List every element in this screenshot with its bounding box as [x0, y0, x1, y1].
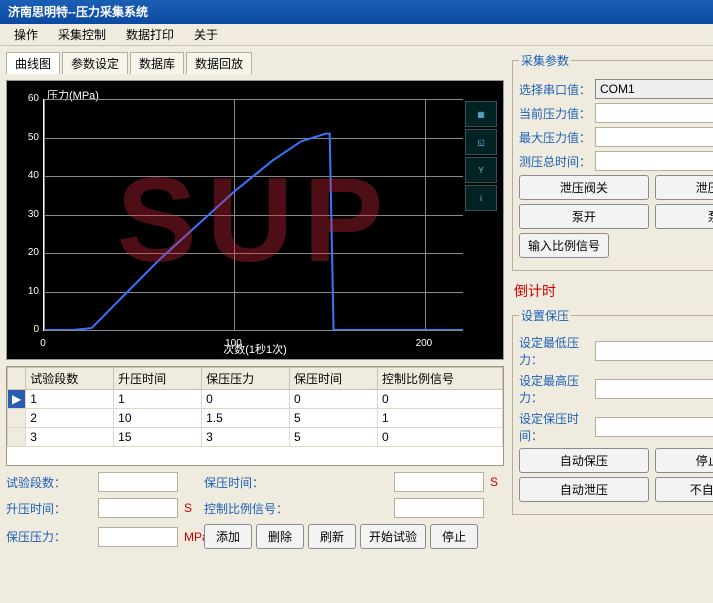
valve-close-button[interactable]: 泄压阀关: [519, 175, 649, 200]
y-tick: 40: [15, 170, 39, 181]
tab-playback[interactable]: 数据回放: [186, 52, 252, 74]
select-com[interactable]: COM1: [595, 79, 713, 99]
tab-strip: 曲线图 参数设定 数据库 数据回放: [6, 52, 504, 74]
menu-print[interactable]: 数据打印: [116, 24, 184, 45]
col-rowhead: [8, 368, 26, 390]
delete-button[interactable]: 删除: [256, 524, 304, 549]
col-holdp[interactable]: 保压压力: [202, 368, 290, 390]
pump-on-button[interactable]: 泵开: [519, 204, 649, 229]
hold-settings-group: 设置保压 设定最低压力： MPa 设定最高压力： MPa 设定保压时间： S 自…: [512, 307, 713, 515]
input-holdt[interactable]: [394, 472, 484, 492]
chart-tool-info-icon[interactable]: i: [465, 185, 497, 211]
label-rise: 升压时间：: [6, 500, 92, 517]
label-cur: 当前压力值：: [519, 105, 591, 122]
label-minp: 设定最低压力：: [519, 334, 591, 368]
chart-tool-grid-icon[interactable]: ▦: [465, 101, 497, 127]
y-tick: 50: [15, 132, 39, 143]
col-sig[interactable]: 控制比例信号: [377, 368, 502, 390]
stop-hold-button[interactable]: 停止保压: [655, 448, 713, 473]
refresh-button[interactable]: 刷新: [308, 524, 356, 549]
input-max-pressure-set[interactable]: [595, 379, 713, 399]
menu-collect-control[interactable]: 采集控制: [48, 24, 116, 45]
start-test-button[interactable]: 开始试验: [360, 524, 426, 549]
valve-open-button[interactable]: 泄压阀开: [655, 175, 713, 200]
y-tick: 20: [15, 247, 39, 258]
pump-off-button[interactable]: 泵关: [655, 204, 713, 229]
input-sig[interactable]: [394, 498, 484, 518]
input-max-pressure[interactable]: [595, 127, 713, 147]
unit-s2: S: [184, 501, 198, 515]
label-holdp: 保压压力：: [6, 528, 92, 545]
no-auto-release-button[interactable]: 不自动泄压: [655, 477, 713, 502]
label-holdt: 保压时间：: [204, 474, 388, 491]
input-hold-time[interactable]: [595, 417, 713, 437]
label-com: 选择串口值：: [519, 81, 591, 98]
input-holdp[interactable]: [98, 527, 178, 547]
add-button[interactable]: 添加: [204, 524, 252, 549]
menu-bar: 操作 采集控制 数据打印 关于: [0, 24, 713, 46]
x-tick: 100: [225, 338, 242, 349]
unit-mpa: MPa: [184, 530, 198, 544]
label-seg: 试验段数：: [6, 474, 92, 491]
input-signal-button[interactable]: 输入比例信号: [519, 233, 609, 258]
y-tick: 10: [15, 286, 39, 297]
collect-params-group: 采集参数 选择串口值： COM1 当前压力值： MPa 最大压力值： MPa 测…: [512, 52, 713, 271]
window-title: 济南思明特--压力采集系统: [0, 0, 713, 24]
collect-params-legend: 采集参数: [519, 52, 571, 69]
hold-settings-legend: 设置保压: [519, 307, 571, 324]
col-holdt[interactable]: 保压时间: [290, 368, 378, 390]
y-tick: 60: [15, 93, 39, 104]
stages-table[interactable]: 试验段数 升压时间 保压压力 保压时间 控制比例信号 ▶110002101.55…: [6, 366, 504, 466]
label-sig: 控制比例信号：: [204, 500, 388, 517]
col-rise[interactable]: 升压时间: [114, 368, 202, 390]
stop-button[interactable]: 停止: [430, 524, 478, 549]
label-max: 最大压力值：: [519, 129, 591, 146]
y-tick: 30: [15, 209, 39, 220]
unit-s: S: [490, 475, 504, 489]
countdown-label: 倒计时: [514, 281, 705, 301]
auto-hold-button[interactable]: 自动保压: [519, 448, 649, 473]
chart-area: SUP 压力(MPa) 次数(1秒1次) ▦ ◱ Y i 01020304050…: [6, 80, 504, 360]
input-min-pressure[interactable]: [595, 341, 713, 361]
col-seg[interactable]: 试验段数: [26, 368, 114, 390]
chart-tool-panel: ▦ ◱ Y i: [465, 101, 499, 211]
label-ht: 设定保压时间：: [519, 410, 591, 444]
tab-params[interactable]: 参数设定: [62, 52, 128, 74]
input-total-time[interactable]: [595, 151, 713, 171]
menu-about[interactable]: 关于: [184, 24, 228, 45]
chart-tool-y-icon[interactable]: Y: [465, 157, 497, 183]
auto-release-button[interactable]: 自动泄压: [519, 477, 649, 502]
table-row[interactable]: 2101.551: [8, 409, 503, 428]
input-seg[interactable]: [98, 472, 178, 492]
table-row[interactable]: 315350: [8, 428, 503, 447]
label-time: 测压总时间：: [519, 153, 591, 170]
tab-curve[interactable]: 曲线图: [6, 52, 60, 74]
x-tick: 0: [40, 338, 46, 349]
chart-tool-zoom-icon[interactable]: ◱: [465, 129, 497, 155]
input-rise[interactable]: [98, 498, 178, 518]
label-maxp: 设定最高压力：: [519, 372, 591, 406]
input-cur-pressure[interactable]: [595, 103, 713, 123]
y-tick: 0: [15, 324, 39, 335]
tab-database[interactable]: 数据库: [130, 52, 184, 74]
x-tick: 200: [416, 338, 433, 349]
stage-form: 试验段数： 保压时间： S 升压时间： S 控制比例信号： 保压压力： MPa …: [6, 472, 504, 549]
menu-operate[interactable]: 操作: [4, 24, 48, 45]
table-row[interactable]: ▶11000: [8, 390, 503, 409]
